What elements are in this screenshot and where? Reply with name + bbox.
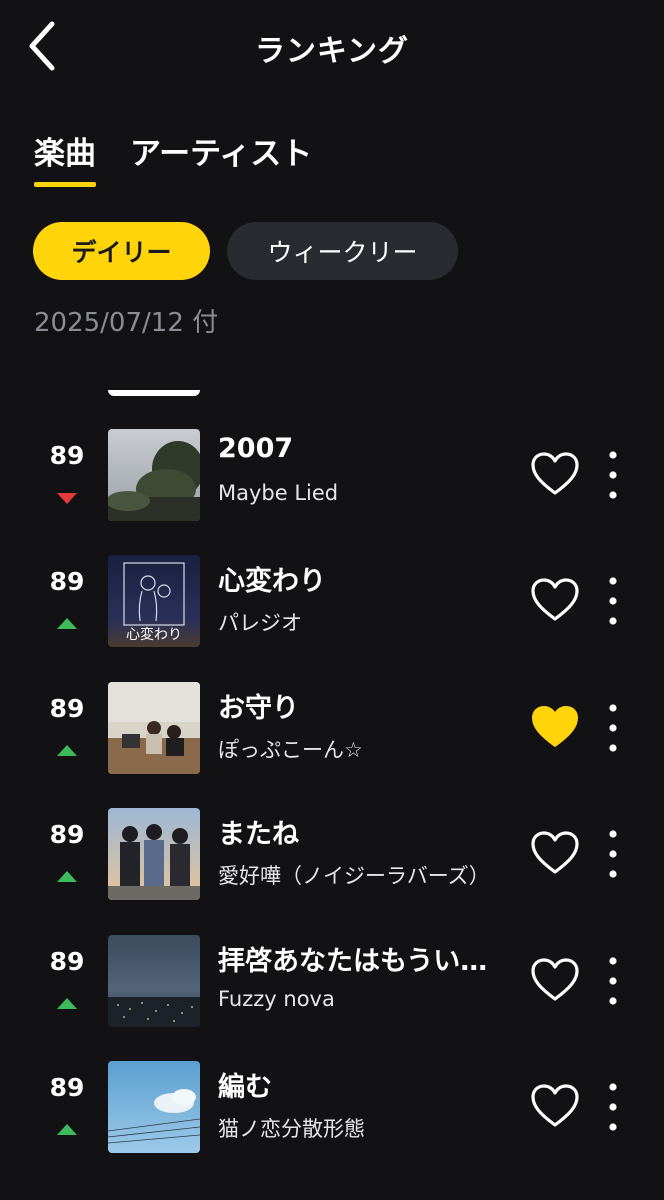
track-title: お守り <box>218 693 299 724</box>
more-options-icon[interactable] <box>598 575 628 627</box>
daily-filter-button[interactable]: デイリー <box>33 222 210 280</box>
rank-number: 89 <box>49 947 85 976</box>
trend-up-icon <box>57 1124 77 1135</box>
track-row[interactable]: 89 2007 Maybe Lied <box>0 429 664 525</box>
album-cover <box>108 429 200 521</box>
track-artist: Fuzzy nova <box>218 987 335 1011</box>
active-tab-indicator <box>34 182 96 187</box>
track-artist: パレジオ <box>218 611 302 635</box>
album-cover <box>108 808 200 900</box>
heart-outline-icon[interactable] <box>530 957 580 1003</box>
rank-number: 89 <box>49 820 85 849</box>
heart-outline-icon[interactable] <box>530 451 580 497</box>
track-row[interactable]: 89 お守り ぽっぷこーん☆ <box>0 682 664 778</box>
track-artist: 愛好嘩（ノイジーラバーズ） <box>218 864 490 888</box>
track-row[interactable]: 89 編む 猫ノ恋分散形態 <box>0 1061 664 1157</box>
weekly-filter-button[interactable]: ウィークリー <box>227 222 458 280</box>
track-title: 心変わり <box>218 566 326 597</box>
heart-outline-icon[interactable] <box>530 577 580 623</box>
rank-number: 89 <box>49 567 85 596</box>
more-options-icon[interactable] <box>598 955 628 1007</box>
more-options-icon[interactable] <box>598 828 628 880</box>
track-row[interactable]: 89 またね 愛好嘩（ノイジーラバーズ） <box>0 808 664 904</box>
app-header: ランキング <box>0 0 664 92</box>
trend-down-icon <box>57 493 77 504</box>
trend-up-icon <box>57 871 77 882</box>
tab-artists[interactable]: アーティスト <box>130 128 312 173</box>
rank-number: 89 <box>49 441 85 470</box>
heart-outline-icon[interactable] <box>530 830 580 876</box>
track-artist: 猫ノ恋分散形態 <box>218 1117 365 1141</box>
trend-up-icon <box>57 745 77 756</box>
album-cover <box>108 682 200 774</box>
more-options-icon[interactable] <box>598 1081 628 1133</box>
track-row[interactable]: 89 拝啓あなたはもういない Fuzzy nova <box>0 935 664 1031</box>
cover-lettering: 心変わり <box>126 626 182 643</box>
album-cover: 心変わり <box>108 555 200 647</box>
track-title: 拝啓あなたはもういない <box>218 946 498 977</box>
previous-item-edge <box>108 390 200 396</box>
rank-number: 89 <box>49 1073 85 1102</box>
album-cover <box>108 935 200 1027</box>
track-artist: Maybe Lied <box>218 481 339 505</box>
tab-songs[interactable]: 楽曲 <box>34 128 96 173</box>
track-title: 2007 <box>218 433 294 464</box>
rank-number: 89 <box>49 694 85 723</box>
ranking-date: 2025/07/12 付 <box>34 308 219 338</box>
trend-up-icon <box>57 998 77 1009</box>
trend-up-icon <box>57 618 77 629</box>
track-title: 編む <box>218 1072 272 1103</box>
heart-filled-icon[interactable] <box>530 704 580 750</box>
heart-outline-icon[interactable] <box>530 1083 580 1129</box>
album-cover <box>108 1061 200 1153</box>
track-title: またね <box>218 819 299 850</box>
more-options-icon[interactable] <box>598 449 628 501</box>
more-options-icon[interactable] <box>598 702 628 754</box>
track-artist: ぽっぷこーん☆ <box>218 738 363 762</box>
track-row[interactable]: 89 心変わり 心変わり パレジオ <box>0 555 664 651</box>
page-title: ランキング <box>254 34 410 69</box>
